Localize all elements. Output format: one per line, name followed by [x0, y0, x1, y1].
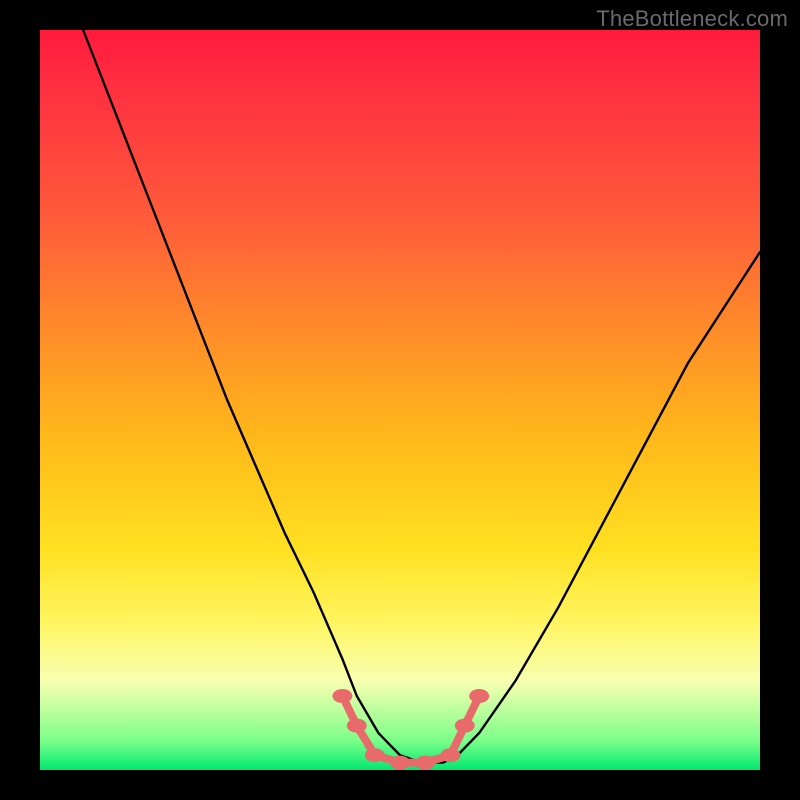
flat-marker: [390, 756, 410, 770]
watermark-text: TheBottleneck.com: [596, 6, 788, 32]
chart-frame: TheBottleneck.com: [0, 0, 800, 800]
curve-svg: [40, 30, 760, 770]
plot-area: [40, 30, 760, 770]
bottleneck-curve-path: [83, 30, 760, 763]
flat-marker: [455, 719, 475, 733]
flat-marker: [365, 748, 385, 762]
flat-marker: [332, 689, 352, 703]
flat-markers-group: [332, 689, 489, 770]
flat-marker: [415, 756, 435, 770]
flat-marker: [347, 719, 367, 733]
flat-marker: [469, 689, 489, 703]
flat-marker: [440, 748, 460, 762]
